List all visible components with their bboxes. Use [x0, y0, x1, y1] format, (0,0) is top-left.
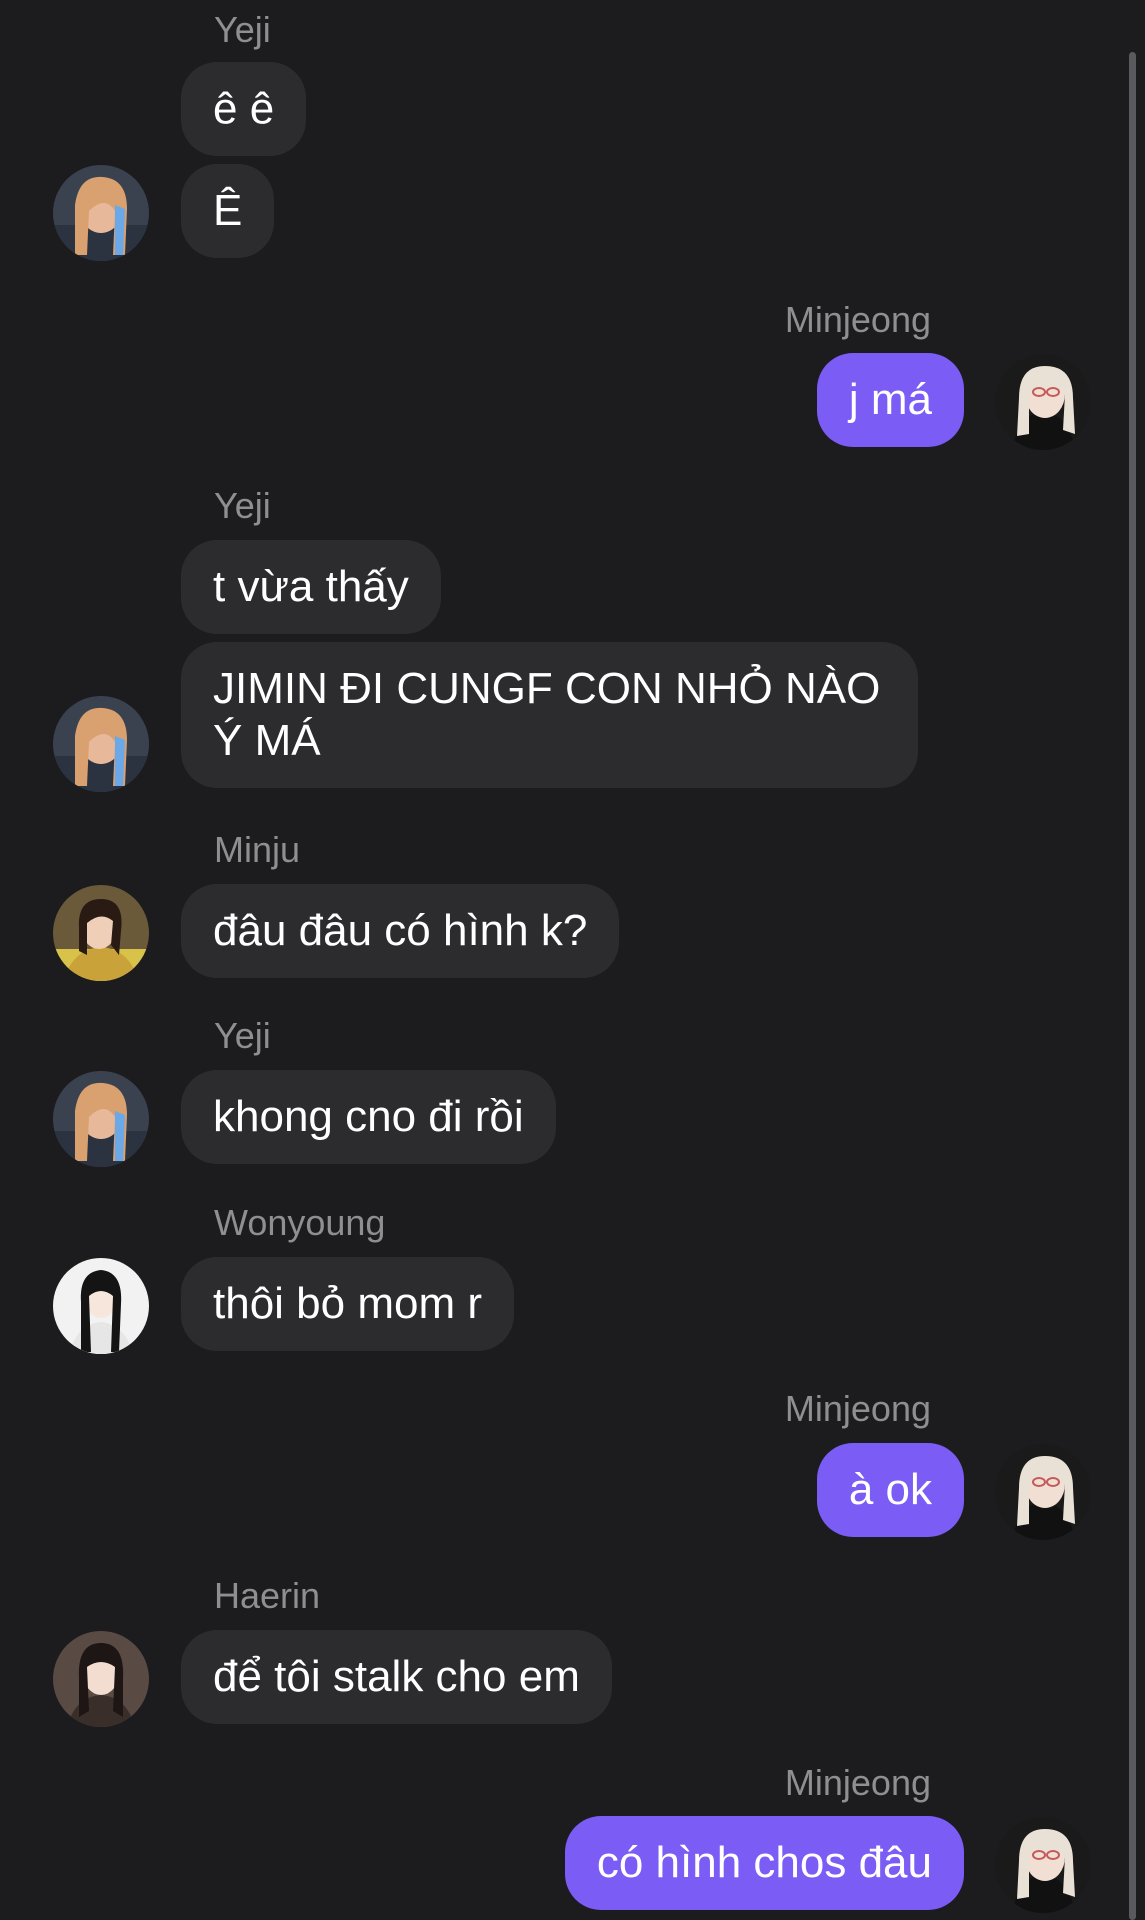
- avatar-wonyoung[interactable]: [53, 1258, 149, 1354]
- sender-name: Yeji: [214, 1015, 271, 1056]
- avatar-minju[interactable]: [53, 885, 149, 981]
- sender-name: Minjeong: [784, 1762, 931, 1803]
- avatar-haerin[interactable]: [53, 1631, 149, 1727]
- sender-name: Yeji: [214, 485, 271, 526]
- avatar-yeji[interactable]: [53, 1071, 149, 1167]
- message-bubble-outgoing[interactable]: có hình chos đâu: [564, 1816, 964, 1910]
- avatar-minjeong[interactable]: [995, 1817, 1091, 1913]
- avatar-minjeong[interactable]: [995, 1444, 1091, 1540]
- message-bubble-incoming[interactable]: đâu đâu có hình k?: [181, 884, 620, 978]
- avatar-yeji[interactable]: [53, 165, 149, 261]
- sender-name: Wonyoung: [214, 1202, 386, 1243]
- sender-name: Minjeong: [784, 1388, 931, 1429]
- sender-name: Haerin: [214, 1575, 321, 1616]
- scrollbar[interactable]: [1129, 52, 1136, 1920]
- sender-name: Minju: [214, 829, 301, 870]
- message-bubble-incoming[interactable]: t vừa thấy: [181, 540, 441, 634]
- message-bubble-incoming[interactable]: khong cno đi rồi: [181, 1070, 556, 1164]
- sender-name: Yeji: [214, 9, 271, 50]
- message-bubble-incoming[interactable]: thôi bỏ mom r: [181, 1257, 514, 1351]
- message-bubble-incoming[interactable]: ê ê: [181, 62, 307, 156]
- message-bubble-incoming[interactable]: Ê: [181, 164, 275, 258]
- message-bubble-incoming[interactable]: để tôi stalk cho em: [181, 1630, 612, 1724]
- avatar-yeji[interactable]: [53, 696, 149, 792]
- message-bubble-outgoing[interactable]: à ok: [816, 1443, 964, 1537]
- message-bubble-incoming[interactable]: JIMIN ĐI CUNGF CON NHỎ NÀO Ý MÁ: [181, 642, 918, 788]
- chat-screen: Yeji ê ê Ê Minjeong j má Yeji t vừa thấy…: [0, 0, 1145, 1920]
- message-bubble-outgoing[interactable]: j má: [816, 353, 964, 447]
- sender-name: Minjeong: [784, 299, 931, 340]
- avatar-minjeong[interactable]: [995, 354, 1091, 450]
